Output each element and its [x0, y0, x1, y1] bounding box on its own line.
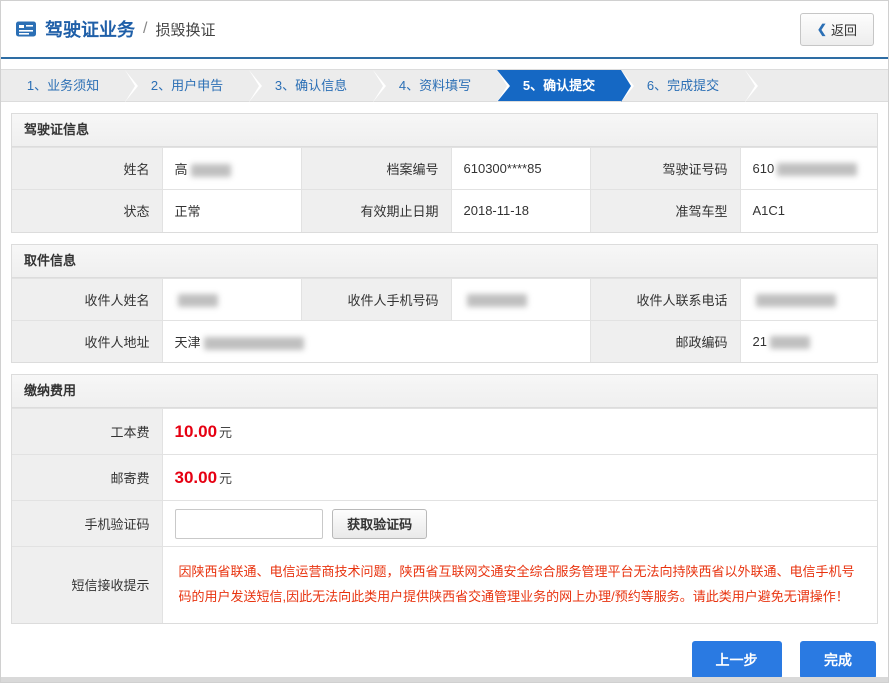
- postal-code-label: 邮政编码: [590, 320, 740, 362]
- bottom-actions: 上一步 完成: [1, 641, 876, 679]
- pickup-info-title: 取件信息: [12, 245, 877, 278]
- redaction-blur: [777, 163, 857, 176]
- fees-table: 工本费 10.00元 邮寄费 30.00元 手机验证码 获取验证码 短信接收提: [12, 408, 877, 623]
- redaction-blur: [467, 294, 527, 307]
- redaction-blur: [204, 337, 304, 350]
- mailing-fee-label: 邮寄费: [12, 455, 162, 501]
- recipient-address-label: 收件人地址: [12, 320, 162, 362]
- step-2-declaration: 2、用户申告: [125, 70, 249, 101]
- step-6-finish: 6、完成提交: [621, 70, 745, 101]
- table-row: 手机验证码 获取验证码: [12, 501, 877, 547]
- recipient-mobile-value: [451, 278, 590, 320]
- table-row: 状态 正常 有效期止日期 2018-11-18 准驾车型 A1C1: [12, 190, 877, 232]
- name-value: 高: [162, 148, 301, 190]
- fees-title: 缴纳费用: [12, 375, 877, 408]
- pickup-info-table: 收件人姓名 收件人手机号码 收件人联系电话 收件人地址 天津 邮政编码 21: [12, 278, 877, 363]
- recipient-phone-label: 收件人联系电话: [590, 278, 740, 320]
- license-card-icon: [15, 20, 37, 38]
- recipient-name-value: [162, 278, 301, 320]
- vehicle-type-label: 准驾车型: [590, 190, 740, 232]
- recipient-name-label: 收件人姓名: [12, 278, 162, 320]
- license-no-value: 610: [740, 148, 877, 190]
- status-value: 正常: [162, 190, 301, 232]
- recipient-mobile-label: 收件人手机号码: [301, 278, 451, 320]
- previous-step-button[interactable]: 上一步: [692, 641, 782, 679]
- fees-panel: 缴纳费用 工本费 10.00元 邮寄费 30.00元 手机验证码 获取验证码: [11, 374, 878, 624]
- page: 驾驶证业务 / 损毁换证 ❮ 返回 1、业务须知 2、用户申告 3、确认信息 4…: [0, 0, 889, 683]
- sms-code-cell: 获取验证码: [162, 501, 877, 547]
- step-3-confirm-info: 3、确认信息: [249, 70, 373, 101]
- verification-code-input[interactable]: [175, 509, 323, 539]
- sms-notice-cell: 因陕西省联通、电信运营商技术问题，陕西省互联网交通安全综合服务管理平台无法向持陕…: [162, 547, 877, 623]
- license-info-panel: 驾驶证信息 姓名 高 档案编号 610300****85 驾驶证号码 610 状…: [11, 113, 878, 233]
- sms-notice-label: 短信接收提示: [12, 547, 162, 623]
- postal-code-value: 21: [740, 320, 877, 362]
- table-row: 短信接收提示 因陕西省联通、电信运营商技术问题，陕西省互联网交通安全综合服务管理…: [12, 547, 877, 623]
- mailing-fee-value: 30.00元: [162, 455, 877, 501]
- step-1-notice: 1、业务须知: [1, 70, 125, 101]
- top-bar: 驾驶证业务 / 损毁换证 ❮ 返回: [1, 1, 888, 59]
- file-no-label: 档案编号: [301, 148, 451, 190]
- table-row: 收件人地址 天津 邮政编码 21: [12, 320, 877, 362]
- license-no-label: 驾驶证号码: [590, 148, 740, 190]
- page-bottom-edge: [1, 677, 888, 682]
- table-row: 姓名 高 档案编号 610300****85 驾驶证号码 610: [12, 148, 877, 190]
- step-5-confirm-submit: 5、确认提交: [497, 70, 621, 101]
- back-button[interactable]: ❮ 返回: [800, 13, 874, 46]
- redaction-blur: [178, 294, 218, 307]
- vehicle-type-value: A1C1: [740, 190, 877, 232]
- get-code-button[interactable]: 获取验证码: [332, 509, 427, 539]
- recipient-phone-value: [740, 278, 877, 320]
- file-no-value: 610300****85: [451, 148, 590, 190]
- table-row: 邮寄费 30.00元: [12, 455, 877, 501]
- finish-button[interactable]: 完成: [800, 641, 876, 679]
- production-fee-label: 工本费: [12, 409, 162, 455]
- status-label: 状态: [12, 190, 162, 232]
- redaction-blur: [191, 164, 231, 177]
- production-fee-value: 10.00元: [162, 409, 877, 455]
- back-button-label: 返回: [831, 20, 857, 39]
- breadcrumb: 驾驶证业务 / 损毁换证: [15, 16, 215, 42]
- chevron-left-icon: ❮: [817, 22, 827, 36]
- breadcrumb-separator: /: [143, 20, 147, 38]
- recipient-address-value: 天津: [162, 320, 590, 362]
- redaction-blur: [770, 336, 810, 349]
- redaction-blur: [756, 294, 836, 307]
- pickup-info-panel: 取件信息 收件人姓名 收件人手机号码 收件人联系电话 收件人地址 天津 邮政编码…: [11, 244, 878, 364]
- page-title: 驾驶证业务: [45, 16, 135, 42]
- valid-until-value: 2018-11-18: [451, 190, 590, 232]
- step-wizard: 1、业务须知 2、用户申告 3、确认信息 4、资料填写 5、确认提交 6、完成提…: [1, 69, 888, 102]
- name-label: 姓名: [12, 148, 162, 190]
- step-4-fill-data: 4、资料填写: [373, 70, 497, 101]
- valid-until-label: 有效期止日期: [301, 190, 451, 232]
- sms-notice-text: 因陕西省联通、电信运营商技术问题，陕西省互联网交通安全综合服务管理平台无法向持陕…: [175, 550, 866, 619]
- license-info-table: 姓名 高 档案编号 610300****85 驾驶证号码 610 状态 正常 有…: [12, 147, 877, 232]
- table-row: 收件人姓名 收件人手机号码 收件人联系电话: [12, 278, 877, 320]
- table-row: 工本费 10.00元: [12, 409, 877, 455]
- page-subtitle: 损毁换证: [155, 19, 215, 40]
- license-info-title: 驾驶证信息: [12, 114, 877, 147]
- sms-code-label: 手机验证码: [12, 501, 162, 547]
